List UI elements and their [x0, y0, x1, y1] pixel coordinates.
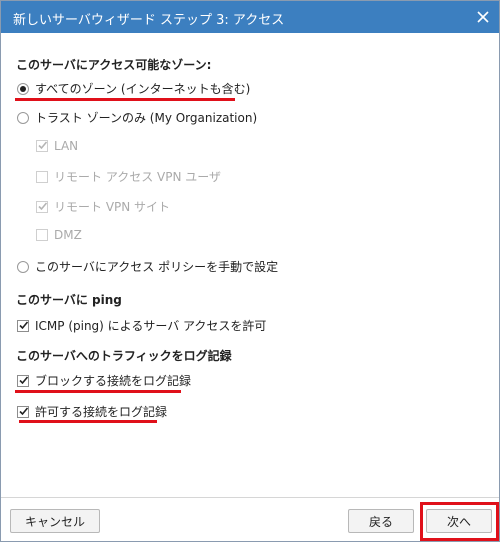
- checkbox-log-allowed-label: 許可する接続をログ記録: [35, 405, 168, 419]
- window-title: 新しいサーバウィザード ステップ 3: アクセス: [13, 13, 285, 28]
- radio-trust-zones[interactable]: トラスト ゾーンのみ (My Organization): [17, 109, 257, 126]
- footer-separator: [1, 497, 499, 498]
- close-icon: [477, 11, 489, 23]
- radio-manual-policy[interactable]: このサーバにアクセス ポリシーを手動で設定: [17, 258, 278, 275]
- checkbox-dmz[interactable]: DMZ: [36, 228, 82, 242]
- checkbox-log-blocked[interactable]: ブロックする接続をログ記録: [17, 372, 191, 389]
- checkmark-icon: [19, 375, 29, 384]
- radio-manual-policy-control[interactable]: [17, 260, 29, 273]
- checkbox-log-allowed-control[interactable]: [17, 405, 29, 418]
- highlight-underline-all-zones: [15, 98, 235, 101]
- checkbox-dmz-control[interactable]: [36, 229, 48, 241]
- radio-trust-zones-control[interactable]: [17, 111, 29, 124]
- checkbox-remote-access-vpn-label: リモート アクセス VPN ユーザ: [54, 170, 222, 184]
- cancel-button[interactable]: キャンセル: [10, 509, 100, 533]
- checkbox-remote-vpn-site-label: リモート VPN サイト: [54, 200, 171, 214]
- checkbox-allow-ping[interactable]: ICMP (ping) によるサーバ アクセスを許可: [17, 317, 266, 334]
- checkmark-icon: [19, 320, 29, 329]
- radio-all-zones-label: すべてのゾーン (インターネットも含む): [35, 82, 251, 96]
- highlight-underline-log-blocked: [15, 390, 181, 393]
- checkbox-remote-access-vpn-control[interactable]: [36, 170, 48, 183]
- checkbox-allow-ping-label: ICMP (ping) によるサーバ アクセスを許可: [35, 319, 267, 333]
- highlight-underline-log-allowed: [19, 420, 157, 423]
- checkbox-log-blocked-label: ブロックする接続をログ記録: [35, 374, 192, 388]
- checkbox-lan-control[interactable]: [36, 140, 48, 152]
- checkbox-dmz-label: DMZ: [54, 228, 82, 242]
- checkbox-remote-access-vpn[interactable]: リモート アクセス VPN ユーザ: [36, 168, 221, 185]
- checkmark-icon: [19, 406, 29, 415]
- checkbox-lan[interactable]: LAN: [36, 139, 78, 153]
- checkbox-lan-label: LAN: [54, 139, 79, 153]
- next-button-highlight-box: [420, 502, 499, 541]
- close-button[interactable]: [467, 1, 499, 33]
- radio-all-zones-control[interactable]: [17, 82, 29, 95]
- title-bar: 新しいサーバウィザード ステップ 3: アクセス: [1, 1, 499, 33]
- radio-trust-zones-label: トラスト ゾーンのみ (My Organization): [35, 111, 258, 125]
- checkmark-icon: [38, 201, 48, 210]
- radio-all-zones[interactable]: すべてのゾーン (インターネットも含む): [17, 80, 250, 97]
- radio-manual-policy-label: このサーバにアクセス ポリシーを手動で設定: [35, 260, 279, 274]
- zones-heading: このサーバにアクセス可能なゾーン:: [16, 58, 212, 72]
- checkbox-remote-vpn-site-control[interactable]: [36, 200, 48, 213]
- checkmark-icon: [38, 141, 48, 150]
- logging-heading: このサーバへのトラフィックをログ記録: [16, 349, 232, 363]
- ping-heading: このサーバに ping: [16, 293, 122, 307]
- checkbox-remote-vpn-site[interactable]: リモート VPN サイト: [36, 198, 170, 215]
- checkbox-log-allowed[interactable]: 許可する接続をログ記録: [17, 403, 167, 420]
- checkbox-allow-ping-control[interactable]: [17, 319, 29, 332]
- wizard-window: 新しいサーバウィザード ステップ 3: アクセス このサーバにアクセス可能なゾー…: [0, 0, 500, 542]
- back-button[interactable]: 戻る: [348, 509, 414, 533]
- checkbox-log-blocked-control[interactable]: [17, 374, 29, 387]
